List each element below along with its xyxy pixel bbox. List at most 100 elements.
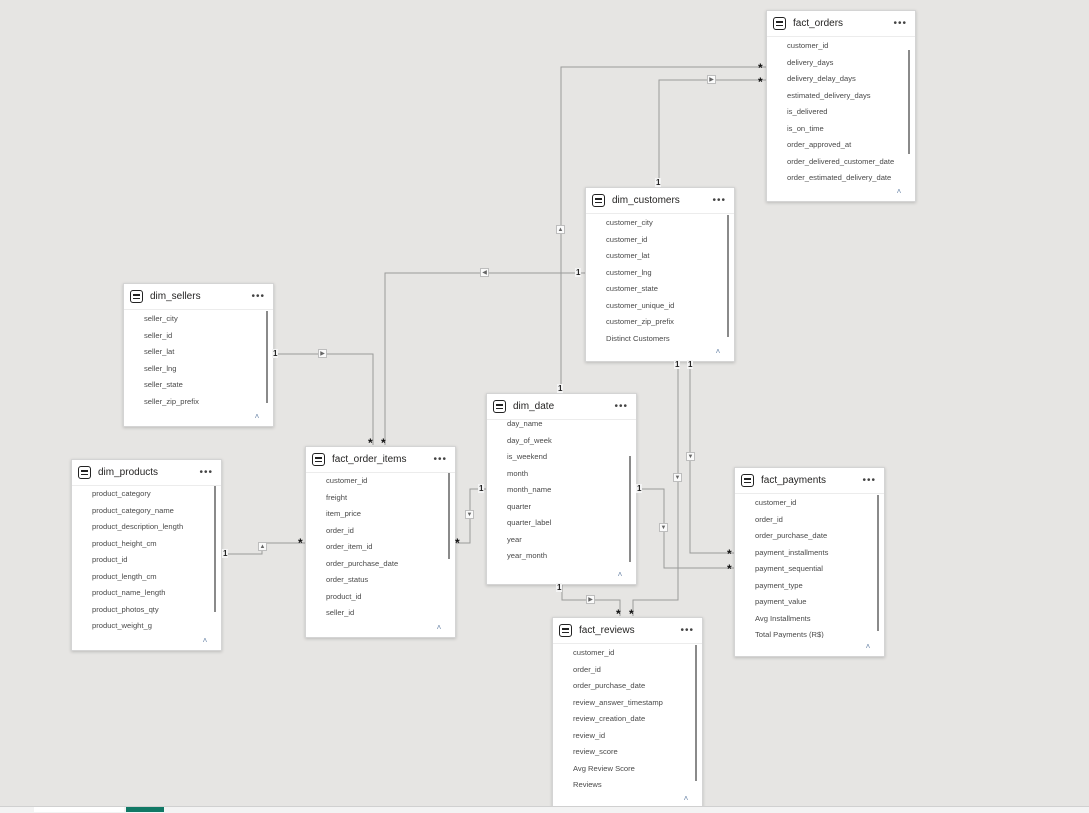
page-tab[interactable]: [34, 807, 124, 812]
scrollbar[interactable]: [448, 473, 450, 559]
field-item[interactable]: product_photos_qty: [72, 602, 221, 619]
field-item[interactable]: delivery_days: [767, 55, 915, 72]
field-list[interactable]: customer_id delivery_days delivery_delay_d…: [767, 38, 915, 183]
more-options-icon[interactable]: •••: [678, 625, 696, 636]
filter-direction-arrow-icon[interactable]: ▶: [318, 349, 327, 358]
field-item[interactable]: Distinct Customers: [586, 331, 734, 344]
field-item[interactable]: year_month: [487, 548, 636, 565]
field-item[interactable]: order_purchase_date: [735, 528, 884, 545]
field-item[interactable]: product_id: [306, 589, 455, 606]
more-options-icon[interactable]: •••: [431, 454, 449, 465]
more-options-icon[interactable]: •••: [197, 467, 215, 478]
field-item[interactable]: estimated_delivery_days: [767, 88, 915, 105]
field-item[interactable]: month: [487, 466, 636, 483]
field-list[interactable]: customer_city customer_id customer_latcust…: [586, 215, 734, 343]
scrollbar[interactable]: [908, 50, 910, 154]
field-item[interactable]: seller_zip_prefix: [124, 394, 273, 409]
field-item[interactable]: order_estimated_delivery_date: [767, 170, 915, 183]
field-item[interactable]: product_name_length: [72, 585, 221, 602]
field-list[interactable]: customer_id order_id order_purchase_date re…: [553, 645, 702, 790]
more-options-icon[interactable]: •••: [249, 291, 267, 302]
field-item[interactable]: customer_id: [586, 232, 734, 249]
table-card-header[interactable]: dim_customers •••: [586, 188, 734, 214]
filter-direction-arrow-icon[interactable]: ◀: [480, 268, 489, 277]
field-item[interactable]: quarter_label: [487, 515, 636, 532]
field-item[interactable]: day_name: [487, 416, 636, 433]
field-item[interactable]: is_weekend: [487, 449, 636, 466]
chevron-up-icon[interactable]: ˄: [200, 637, 210, 645]
scrollbar[interactable]: [629, 456, 631, 562]
scrollbar[interactable]: [266, 311, 268, 403]
field-list[interactable]: seller_city seller_id seller_lat seller_lng…: [124, 311, 273, 408]
table-card-header[interactable]: dim_sellers •••: [124, 284, 273, 310]
filter-direction-arrow-icon[interactable]: ▶: [586, 595, 595, 604]
field-item[interactable]: product_category_name: [72, 503, 221, 520]
filter-direction-arrow-icon[interactable]: ▼: [686, 452, 695, 461]
chevron-up-icon[interactable]: ˄: [894, 188, 904, 196]
table-card-header[interactable]: fact_orders •••: [767, 11, 915, 37]
field-item[interactable]: customer_lat: [586, 248, 734, 265]
scrollbar[interactable]: [695, 645, 697, 781]
page-tab-active[interactable]: [126, 807, 164, 812]
chevron-up-icon[interactable]: ˄: [713, 348, 723, 356]
field-item[interactable]: order_purchase_date: [553, 678, 702, 695]
more-options-icon[interactable]: •••: [860, 475, 878, 486]
field-item[interactable]: order_purchase_date: [306, 556, 455, 573]
field-item[interactable]: customer_id: [553, 645, 702, 662]
field-item[interactable]: order_item_id: [306, 539, 455, 556]
field-item[interactable]: Reviews: [553, 777, 702, 790]
field-item[interactable]: seller_city: [124, 311, 273, 328]
more-options-icon[interactable]: •••: [891, 18, 909, 29]
field-item[interactable]: customer_id: [735, 495, 884, 512]
table-card-dim-products[interactable]: dim_products ••• product_category product_c…: [71, 459, 222, 651]
table-card-dim-date[interactable]: dim_date ••• day_name day_of_week is_weekend…: [486, 393, 637, 585]
field-item[interactable]: payment_type: [735, 578, 884, 595]
field-item[interactable]: Total Payments (R$): [735, 627, 884, 638]
field-item[interactable]: order_id: [735, 512, 884, 529]
field-item[interactable]: review_answer_timestamp: [553, 695, 702, 712]
field-item[interactable]: Avg Review Score: [553, 761, 702, 778]
field-item[interactable]: product_weight_g: [72, 618, 221, 632]
field-item[interactable]: order_delivered_customer_date: [767, 154, 915, 171]
table-card-header[interactable]: fact_reviews •••: [553, 618, 702, 644]
field-item[interactable]: seller_state: [124, 377, 273, 394]
filter-direction-arrow-icon[interactable]: ▶: [707, 75, 716, 84]
scrollbar[interactable]: [214, 486, 216, 612]
field-item[interactable]: seller_id: [124, 328, 273, 345]
field-list[interactable]: day_name day_of_week is_weekend month month_…: [487, 416, 636, 566]
model-canvas[interactable]: fact_orders ••• customer_id delivery_days de…: [0, 0, 1089, 812]
field-item[interactable]: month_name: [487, 482, 636, 499]
field-item[interactable]: day_of_week: [487, 433, 636, 450]
filter-direction-arrow-icon[interactable]: ▼: [673, 473, 682, 482]
table-card-dim-sellers[interactable]: dim_sellers ••• seller_city seller_id seller…: [123, 283, 274, 427]
field-item[interactable]: review_id: [553, 728, 702, 745]
field-item[interactable]: customer_unique_id: [586, 298, 734, 315]
field-item[interactable]: product_description_length: [72, 519, 221, 536]
field-item[interactable]: customer_city: [586, 215, 734, 232]
filter-direction-arrow-icon[interactable]: ▼: [465, 510, 474, 519]
field-item[interactable]: item_price: [306, 506, 455, 523]
field-list[interactable]: customer_id freight item_price order_id orde…: [306, 473, 455, 619]
chevron-up-icon[interactable]: ˄: [615, 571, 625, 579]
filter-direction-arrow-icon[interactable]: ▼: [659, 523, 668, 532]
more-options-icon[interactable]: •••: [612, 401, 630, 412]
table-card-header[interactable]: dim_products •••: [72, 460, 221, 486]
field-item[interactable]: payment_installments: [735, 545, 884, 562]
field-item[interactable]: freight: [306, 490, 455, 507]
table-card-dim-customers[interactable]: dim_customers ••• customer_city customer_id…: [585, 187, 735, 362]
more-options-icon[interactable]: •••: [710, 195, 728, 206]
chevron-up-icon[interactable]: ˄: [434, 624, 444, 632]
filter-direction-arrow-icon[interactable]: ▲: [556, 225, 565, 234]
field-item[interactable]: delivery_delay_days: [767, 71, 915, 88]
table-card-header[interactable]: fact_order_items •••: [306, 447, 455, 473]
field-item[interactable]: is_delivered: [767, 104, 915, 121]
field-item[interactable]: product_length_cm: [72, 569, 221, 586]
field-item[interactable]: customer_state: [586, 281, 734, 298]
field-item[interactable]: order_id: [306, 523, 455, 540]
field-item[interactable]: quarter: [487, 499, 636, 516]
field-item[interactable]: product_height_cm: [72, 536, 221, 553]
field-item[interactable]: order_id: [553, 662, 702, 679]
table-card-fact-orders[interactable]: fact_orders ••• customer_id delivery_days de…: [766, 10, 916, 202]
table-card-fact-payments[interactable]: fact_payments ••• customer_id order_id order…: [734, 467, 885, 657]
field-item[interactable]: order_approved_at: [767, 137, 915, 154]
